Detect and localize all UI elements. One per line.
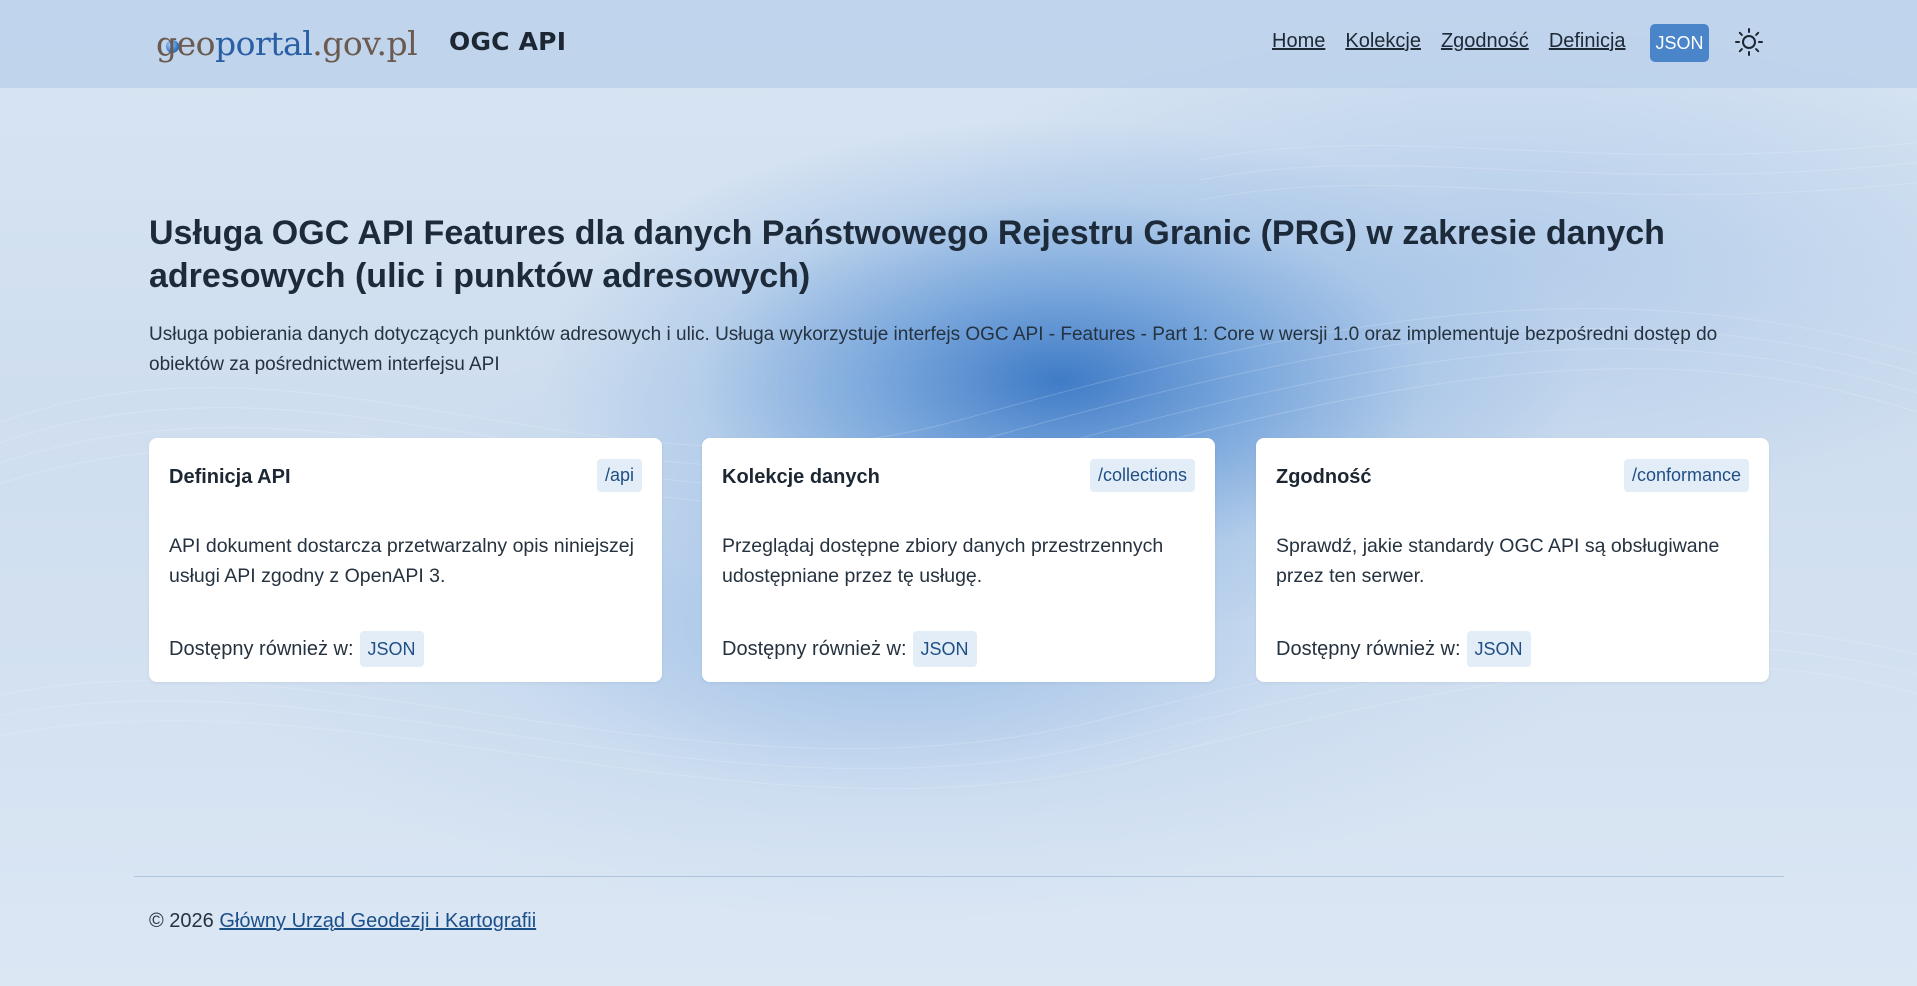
card-formats: Dostępny również w: JSON <box>722 631 977 667</box>
top-navbar: geoportal.gov.pl OGC API Home Kolekcje Z… <box>0 0 1917 88</box>
endpoint-badge-api[interactable]: /api <box>596 459 642 492</box>
logo-gov: .gov.pl <box>312 24 418 63</box>
main-nav: Home Kolekcje Zgodność Definicja <box>1272 30 1646 53</box>
nav-home[interactable]: Home <box>1272 30 1325 53</box>
card-title: Definicja API <box>169 466 291 488</box>
page-title: Usługa OGC API Features dla danych Państ… <box>149 214 1665 295</box>
card-formats: Dostępny również w: JSON <box>169 631 424 667</box>
nav-definition[interactable]: Definicja <box>1549 30 1626 53</box>
geoportal-logo[interactable]: geoportal.gov.pl <box>156 20 418 74</box>
logo-geo: eo <box>176 24 216 63</box>
json-link-api[interactable]: JSON <box>359 631 424 667</box>
card-formats: Dostępny również w: JSON <box>1276 631 1531 667</box>
footer-gugik-link[interactable]: Główny Urząd Geodezji i Kartografii <box>219 910 536 932</box>
card-title: Zgodność <box>1276 466 1372 488</box>
page-description: Usługa pobierania danych dotyczących pun… <box>149 324 1718 375</box>
also-available-label: Dostępny również w: <box>169 638 354 660</box>
json-format-button[interactable]: JSON <box>1650 24 1709 62</box>
json-link-collections[interactable]: JSON <box>912 631 977 667</box>
also-available-label: Dostępny również w: <box>1276 638 1461 660</box>
card-description: Sprawdź, jakie standardy OGC API są obsł… <box>1276 535 1720 587</box>
also-available-label: Dostępny również w: <box>722 638 907 660</box>
endpoint-badge-collections[interactable]: /collections <box>1089 459 1195 492</box>
card-conformance: Zgodność /conformance Sprawdź, jakie sta… <box>1256 438 1769 682</box>
card-description: API dokument dostarcza przetwarzalny opi… <box>169 535 634 587</box>
card-collections: Kolekcje danych /collections Przeglądaj … <box>702 438 1215 682</box>
nav-collections[interactable]: Kolekcje <box>1345 30 1421 53</box>
card-description: Przeglądaj dostępne zbiory danych przest… <box>722 535 1164 587</box>
footer-divider <box>134 876 1784 877</box>
card-api-definition: Definicja API /api API dokument dostarcz… <box>149 438 662 682</box>
json-link-conformance[interactable]: JSON <box>1466 631 1531 667</box>
footer: © 2026 Główny Urząd Geodezji i Kartograf… <box>149 910 536 933</box>
endpoint-badge-conformance[interactable]: /conformance <box>1623 459 1749 492</box>
card-title: Kolekcje danych <box>722 466 880 488</box>
logo-g: g <box>156 24 177 63</box>
app-title: OGC API <box>449 27 567 56</box>
footer-copyright: © 2026 <box>149 910 214 932</box>
logo-portal: portal <box>215 24 313 63</box>
sun-icon[interactable] <box>1734 27 1764 57</box>
nav-conformance[interactable]: Zgodność <box>1441 30 1529 53</box>
